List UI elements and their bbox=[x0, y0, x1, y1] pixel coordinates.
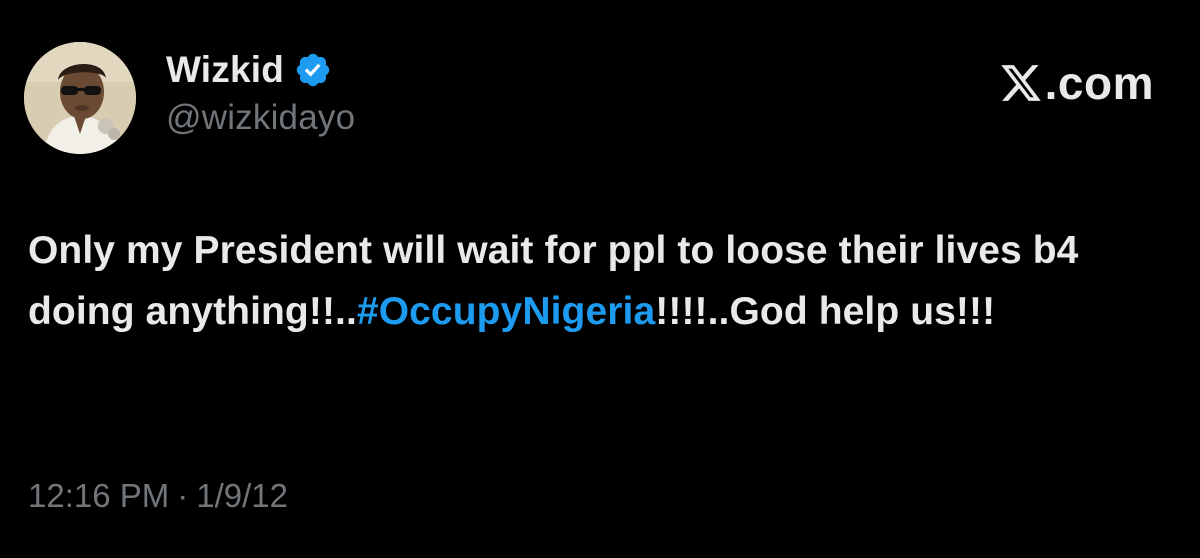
tweet-time[interactable]: 12:16 PM bbox=[28, 477, 169, 515]
brand-suffix: .com bbox=[1044, 57, 1154, 109]
x-logo-icon bbox=[999, 61, 1043, 105]
author-handle[interactable]: @wizkidayo bbox=[166, 98, 355, 138]
tweet-date[interactable]: 1/9/12 bbox=[196, 477, 288, 515]
author-name-row: Wizkid bbox=[166, 46, 332, 94]
tweet-card: Wizkid @wizkidayo .com Only my President… bbox=[0, 0, 1200, 558]
hashtag-link[interactable]: #OccupyNigeria bbox=[357, 290, 655, 333]
brand-watermark: .com bbox=[999, 56, 1154, 110]
display-name[interactable]: Wizkid bbox=[166, 49, 284, 91]
timestamp-row: 12:16 PM · 1/9/12 bbox=[28, 474, 288, 518]
verified-badge-icon bbox=[294, 51, 332, 89]
tweet-text-after: !!!!..God help us!!! bbox=[655, 290, 996, 333]
avatar-image bbox=[24, 42, 136, 154]
separator-dot: · bbox=[177, 477, 189, 514]
avatar[interactable] bbox=[24, 42, 136, 154]
tweet-text: Only my President will wait for ppl to l… bbox=[28, 220, 1178, 342]
